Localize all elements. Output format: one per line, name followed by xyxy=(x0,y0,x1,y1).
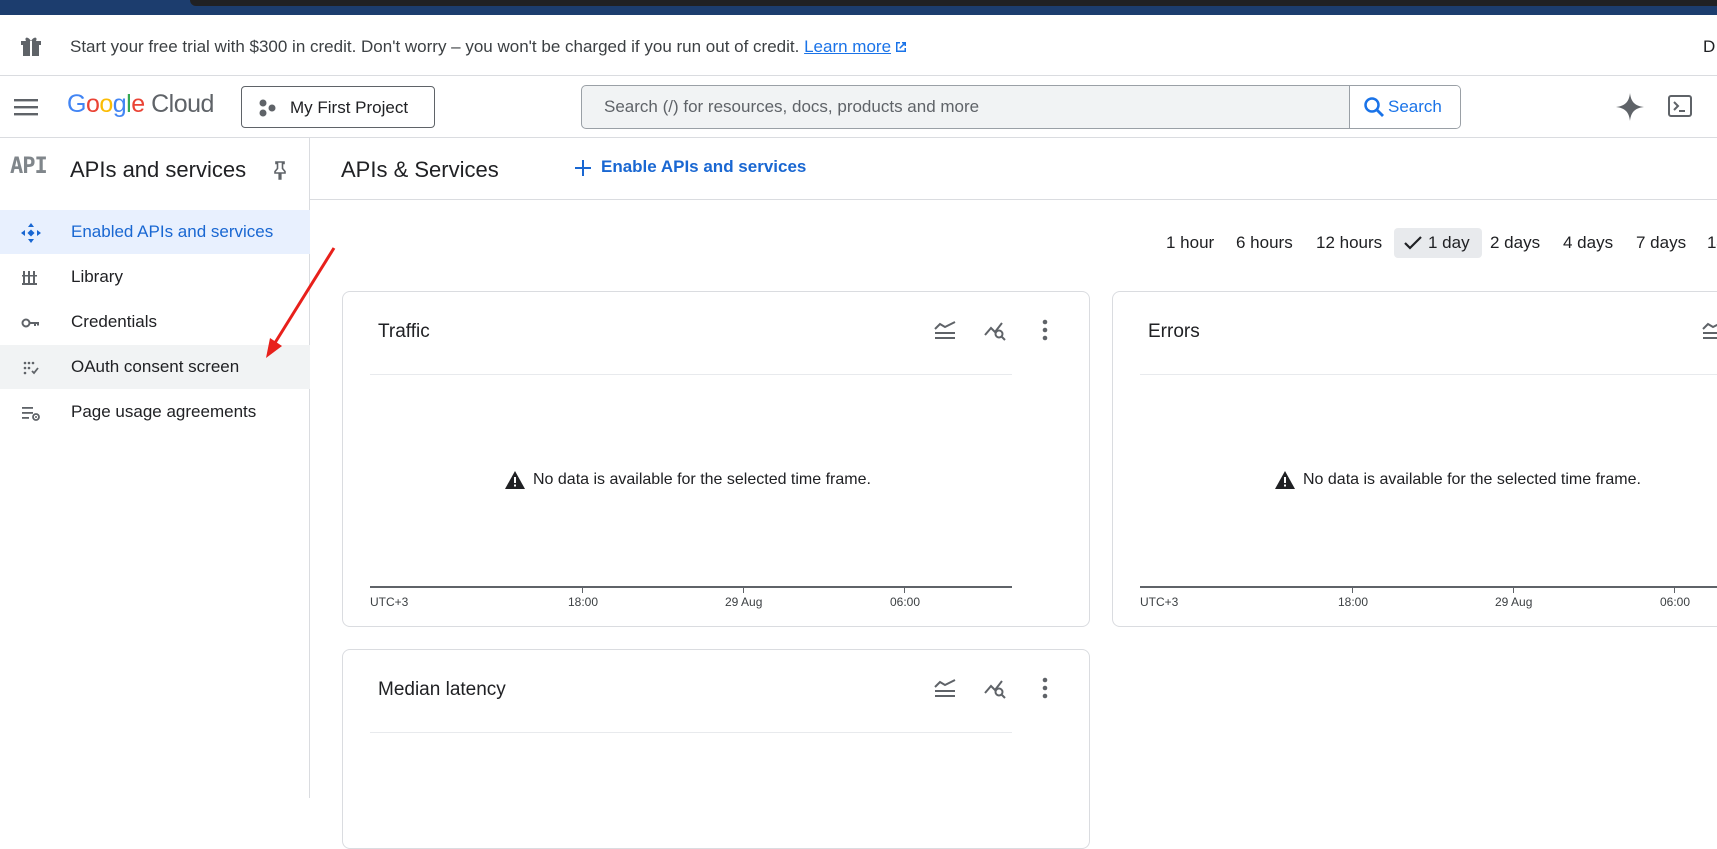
project-picker-button[interactable]: My First Project xyxy=(241,86,435,128)
sidebar-item-page-usage[interactable]: Page usage agreements xyxy=(0,390,310,434)
gift-icon xyxy=(21,37,41,56)
logo-cloud: Cloud xyxy=(151,90,214,118)
search-input[interactable] xyxy=(582,86,1349,128)
explore-chart-icon[interactable] xyxy=(983,676,1007,700)
sidebar-item-credentials[interactable]: Credentials xyxy=(0,300,310,344)
x-axis xyxy=(1140,586,1717,588)
sidebar-item-label: Library xyxy=(71,267,123,286)
check-icon xyxy=(1404,236,1422,250)
warning-icon xyxy=(505,471,525,489)
top-header: Google Cloud My First Project Search xyxy=(0,76,1717,138)
range-7-days[interactable]: 7 days xyxy=(1636,228,1686,258)
card-title: Median latency xyxy=(378,679,506,700)
chart-top-line xyxy=(370,732,1012,733)
axis-label: UTC+3 xyxy=(1140,595,1179,609)
sidebar-item-label: OAuth consent screen xyxy=(71,357,240,376)
search-bar: Search xyxy=(581,85,1461,129)
more-vert-icon[interactable] xyxy=(1033,676,1057,700)
sidebar: API APIs and services Enabled APIs and s… xyxy=(0,138,310,798)
no-data-text: No data is available for the selected ti… xyxy=(533,471,871,488)
errors-card: Errors No data is available for the sele… xyxy=(1112,291,1717,627)
range-1-hour[interactable]: 1 hour xyxy=(1166,228,1214,258)
card-title: Traffic xyxy=(378,321,430,342)
range-label: 1 day xyxy=(1428,233,1470,252)
main-content: APIs & Services Enable APIs and services… xyxy=(310,138,1717,849)
chart-top-line xyxy=(1140,374,1717,375)
sidebar-header: API APIs and services xyxy=(0,138,310,200)
settings-list-icon xyxy=(22,407,40,421)
range-4-days[interactable]: 4 days xyxy=(1563,228,1613,258)
search-button[interactable]: Search xyxy=(1349,86,1460,128)
axis-label: 29 Aug xyxy=(725,595,763,609)
sidebar-item-label: Enabled APIs and services xyxy=(71,222,274,241)
range-6-hours[interactable]: 6 hours xyxy=(1236,228,1293,258)
key-icon xyxy=(21,318,39,328)
main-header: APIs & Services Enable APIs and services xyxy=(310,138,1717,200)
more-vert-icon[interactable] xyxy=(1033,318,1057,342)
axis-label: UTC+3 xyxy=(370,595,409,609)
external-link-icon xyxy=(896,42,907,52)
axis-tick xyxy=(1674,586,1675,593)
gemini-sparkle-icon[interactable] xyxy=(1615,92,1645,122)
learn-more-link[interactable]: Learn more xyxy=(804,37,891,56)
axis-label: 18:00 xyxy=(568,595,599,609)
cloud-shell-icon[interactable] xyxy=(1667,93,1693,119)
chart-top-line xyxy=(370,374,1012,375)
axis-tick xyxy=(1352,586,1353,593)
axis-tick xyxy=(743,586,744,593)
banner-truncated-text: D xyxy=(1703,37,1716,56)
sidebar-item-label: Page usage agreements xyxy=(71,402,257,421)
time-range-selector: 1 hour 6 hours 12 hours 1 day 2 days 4 d… xyxy=(310,228,1717,258)
axis-label: 18:00 xyxy=(1338,595,1369,609)
enable-apis-label: Enable APIs and services xyxy=(601,157,807,176)
explore-chart-icon[interactable] xyxy=(983,318,1007,342)
axis-label: 06:00 xyxy=(890,595,921,609)
banner-text: Start your free trial with $300 in credi… xyxy=(70,37,800,56)
diamond-arrows-icon xyxy=(21,223,41,243)
pin-icon[interactable] xyxy=(271,160,289,180)
sidebar-item-label: Credentials xyxy=(71,312,157,331)
project-dots-icon xyxy=(259,99,276,117)
search-button-label: Search xyxy=(1388,97,1442,116)
sidebar-item-oauth-consent[interactable]: OAuth consent screen xyxy=(0,345,310,389)
oauth-dots-icon xyxy=(23,361,39,375)
search-icon xyxy=(1364,97,1384,117)
card-title: Errors xyxy=(1148,321,1200,342)
range-14-days[interactable]: 14 xyxy=(1707,228,1717,258)
browser-top-strip xyxy=(0,0,1717,15)
median-latency-card: Median latency xyxy=(342,649,1090,849)
main-menu-icon[interactable] xyxy=(13,94,39,120)
sidebar-item-library[interactable]: Library xyxy=(0,255,310,299)
banner-message: Start your free trial with $300 in credi… xyxy=(70,37,908,57)
range-12-hours[interactable]: 12 hours xyxy=(1316,228,1382,258)
axis-tick xyxy=(582,586,583,593)
axis-label: 06:00 xyxy=(1660,595,1691,609)
browser-tab-bar xyxy=(190,0,1717,6)
range-2-days[interactable]: 2 days xyxy=(1490,228,1540,258)
legend-toggle-icon[interactable] xyxy=(1701,318,1717,342)
axis-label: 29 Aug xyxy=(1495,595,1533,609)
axis-tick xyxy=(1513,586,1514,593)
free-trial-banner: Start your free trial with $300 in credi… xyxy=(0,15,1717,76)
google-cloud-logo[interactable]: Google Cloud xyxy=(67,90,214,119)
x-axis xyxy=(370,586,1012,588)
sidebar-title: APIs and services xyxy=(70,157,247,182)
library-icon xyxy=(22,271,37,285)
warning-icon xyxy=(1275,471,1295,489)
project-name: My First Project xyxy=(290,98,409,117)
logo-google: Google xyxy=(67,90,145,118)
sidebar-item-enabled-apis[interactable]: Enabled APIs and services xyxy=(0,210,310,254)
traffic-card: Traffic No data is available for the sel… xyxy=(342,291,1090,627)
plus-icon xyxy=(575,160,591,176)
no-data-text: No data is available for the selected ti… xyxy=(1303,471,1641,488)
range-1-day[interactable]: 1 day xyxy=(1394,228,1482,258)
page-title: APIs & Services xyxy=(341,157,499,182)
legend-toggle-icon[interactable] xyxy=(933,676,957,700)
axis-tick xyxy=(904,586,905,593)
api-logo: API xyxy=(10,154,48,179)
legend-toggle-icon[interactable] xyxy=(933,318,957,342)
